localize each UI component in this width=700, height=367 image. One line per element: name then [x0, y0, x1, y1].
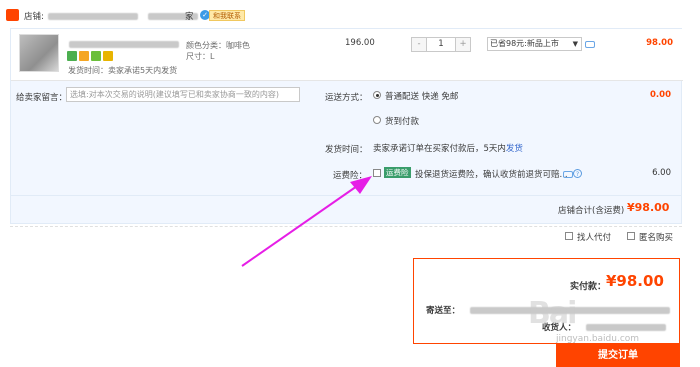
product-title-blurred[interactable] — [69, 41, 179, 48]
shop-total-amount: ¥98.00 — [627, 201, 670, 214]
tag-7day-icon — [67, 51, 77, 61]
qty-minus-button[interactable]: - — [412, 38, 426, 51]
tag-shield-icon — [91, 51, 101, 61]
watermark-url: jingyan.baidu.com — [556, 334, 640, 344]
size-attr: 尺寸：L — [186, 52, 215, 61]
contact-seller-button[interactable]: 和我联系 — [209, 10, 245, 21]
anonymous-checkbox[interactable] — [627, 232, 635, 240]
tag-card-icon — [79, 51, 89, 61]
standard-delivery-label: 普通配送 快递 免邮 — [385, 92, 459, 102]
promo-selected-value: 已省98元:新品上市 — [490, 39, 559, 48]
proxy-pay-checkbox[interactable] — [565, 232, 573, 240]
proxy-pay-label: 找人代付 — [577, 233, 612, 243]
tag-gift-icon — [103, 51, 113, 61]
insurance-badge: 运费险 — [384, 167, 411, 178]
item-ship-time: 发货时间：卖家承诺5天内发货 — [68, 66, 178, 75]
shop-name-blurred[interactable] — [48, 13, 138, 20]
ship-time-label: 发货时间： — [325, 145, 368, 155]
chevron-down-icon: ▼ — [572, 40, 578, 48]
shop-total-label: 店铺合计(含运费) — [558, 206, 625, 216]
ship-time-link[interactable]: 发货 — [506, 144, 523, 154]
insurance-price: 6.00 — [652, 168, 671, 178]
pay-amount: ¥98.00 — [606, 272, 664, 290]
item-row: 发货时间：卖家承诺5天内发货 颜色分类：咖啡色 尺寸：L 196.00 - 1 … — [11, 29, 683, 81]
help-icon[interactable]: ? — [573, 169, 582, 178]
qty-plus-button[interactable]: + — [456, 38, 470, 51]
service-tags — [67, 51, 113, 61]
radio-standard-delivery[interactable] — [373, 91, 381, 99]
insurance-chat-icon[interactable] — [563, 171, 573, 178]
submit-order-button[interactable]: 提交订单 — [556, 344, 680, 367]
message-input[interactable]: 选填:对本次交易的说明(建议填写已和卖家协商一致的内容) — [66, 87, 300, 102]
watermark-logo: Bai — [528, 296, 577, 331]
anonymous-label: 匿名购买 — [639, 233, 674, 243]
message-label: 给卖家留言： — [16, 93, 68, 103]
radio-cash-on-delivery[interactable] — [373, 116, 381, 124]
seller-suffix: 家 — [185, 12, 194, 22]
item-subtotal: 98.00 — [646, 38, 673, 48]
promo-select[interactable]: 已省98元:新品上市 ▼ — [487, 37, 582, 51]
shipping-fee: 0.00 — [650, 90, 671, 100]
tmall-shop-icon — [6, 9, 19, 21]
ship-time-value: 卖家承诺订单在买家付款后，5天内发货 — [373, 144, 523, 154]
shop-header: 店铺: 家 ✓ 和我联系 — [0, 0, 700, 28]
pay-amount-label: 实付款： — [570, 282, 607, 292]
annotation-arrow — [241, 176, 372, 267]
insurance-desc: 投保退货运费险，确认收货前退货可赔... — [415, 170, 568, 180]
color-attr: 颜色分类：咖啡色 — [186, 41, 250, 50]
promo-info-icon[interactable] — [585, 41, 595, 48]
unit-price: 196.00 — [345, 38, 375, 48]
address-label: 寄送至： — [426, 306, 461, 316]
shipping-method-label: 运送方式： — [325, 93, 368, 103]
product-thumbnail[interactable] — [19, 34, 59, 72]
quantity-input[interactable]: 1 — [426, 38, 456, 51]
quantity-stepper: - 1 + — [411, 37, 471, 52]
shop-label: 店铺: — [24, 12, 44, 22]
cod-label: 货到付款 — [385, 117, 420, 127]
